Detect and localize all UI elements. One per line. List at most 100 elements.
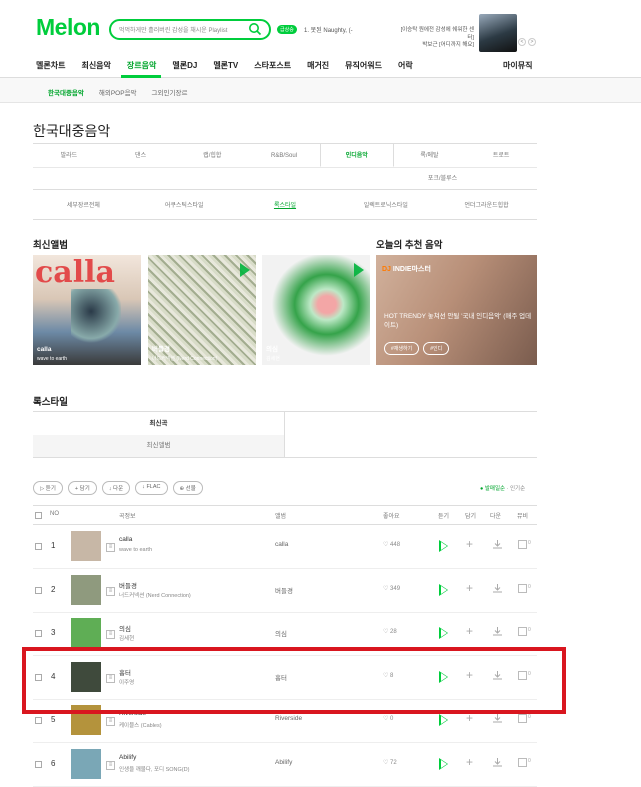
- download-icon[interactable]: [492, 713, 503, 724]
- nav-dj[interactable]: 멜론DJ: [172, 60, 197, 71]
- table-row[interactable]: 6 ≡ Abilify 인생을 깨물다, 포디 SONG(D) Abilify ♡ 72 +…: [33, 744, 537, 787]
- mv-icon[interactable]: [518, 714, 527, 723]
- song-album[interactable]: 버들경: [275, 585, 293, 595]
- nav-music-award[interactable]: 뮤직어워드: [345, 60, 382, 71]
- select-all-checkbox[interactable]: [35, 512, 42, 519]
- genre-indie[interactable]: 인디음악: [319, 144, 394, 167]
- banner-ad-text[interactable]: [이승탁 원에전 감성에 쉐워한 센터] 박보근 [어디까지 해요]: [396, 27, 474, 50]
- play-icon[interactable]: [439, 627, 448, 639]
- row-checkbox[interactable]: [35, 717, 42, 724]
- song-album[interactable]: calla: [275, 541, 288, 548]
- song-title[interactable]: 의심: [119, 623, 131, 633]
- row-checkbox[interactable]: [35, 630, 42, 637]
- genre-folk[interactable]: 포크/블루스: [407, 168, 479, 190]
- nav-my-music[interactable]: 마이뮤직: [503, 60, 532, 71]
- song-artist[interactable]: 인생을 깨물다, 포디 SONG(D): [119, 765, 189, 773]
- song-artist[interactable]: 너드커넥션 (Nerd Connection): [119, 591, 191, 599]
- add-icon[interactable]: +: [466, 537, 473, 551]
- nav-tv[interactable]: 멜론TV: [213, 60, 238, 71]
- subnav-pop[interactable]: 해외POP음악: [99, 87, 137, 97]
- song-info-icon[interactable]: ≡: [106, 586, 115, 596]
- add-icon[interactable]: +: [466, 581, 473, 595]
- album-play-icon[interactable]: [240, 263, 250, 277]
- genre-trot[interactable]: 트로트: [465, 144, 537, 167]
- banner-next-button[interactable]: >: [528, 38, 536, 46]
- search-icon[interactable]: [248, 22, 262, 36]
- subnav-other[interactable]: 그외인기장르: [152, 87, 188, 97]
- play-icon[interactable]: [439, 757, 448, 770]
- nav-starpost[interactable]: 스타포스트: [254, 60, 291, 71]
- genre-rock[interactable]: 록/메탈: [394, 144, 466, 167]
- banner-prev-button[interactable]: <: [518, 38, 526, 46]
- tab-latest-albums[interactable]: 최신앨범: [33, 435, 285, 457]
- like-button[interactable]: ♡ 448: [383, 541, 400, 548]
- song-info-icon[interactable]: ≡: [106, 630, 115, 639]
- subnav-korean[interactable]: 한국대중음악: [48, 87, 84, 97]
- like-button[interactable]: ♡ 349: [383, 585, 400, 592]
- nav-genre[interactable]: 장르음악: [127, 60, 156, 71]
- nav-extra[interactable]: 어락: [398, 60, 413, 71]
- song-album[interactable]: Riverside: [275, 715, 302, 722]
- genre-rnb[interactable]: R&B/Soul: [248, 144, 320, 167]
- sort-by-popularity[interactable]: · 인기순: [507, 486, 526, 492]
- nav-chart[interactable]: 멜론차트: [36, 60, 65, 71]
- song-info-icon[interactable]: ≡: [106, 760, 115, 770]
- song-artist[interactable]: wave to earth: [119, 547, 152, 553]
- genre-hiphop[interactable]: 랩/힙합: [176, 144, 248, 167]
- song-thumbnail[interactable]: [71, 531, 101, 561]
- mv-icon[interactable]: [518, 627, 527, 636]
- trending-keyword[interactable]: 1. 못된 Naughty, (-: [304, 25, 353, 34]
- subgenre-rock[interactable]: 록스타일: [235, 196, 336, 219]
- song-thumbnail[interactable]: [71, 618, 101, 648]
- play-icon[interactable]: [439, 714, 448, 726]
- sort-by-date[interactable]: ● 발매일순: [480, 486, 505, 492]
- reco-tag-play[interactable]: #재생하기: [384, 342, 420, 355]
- song-thumbnail[interactable]: [71, 748, 101, 779]
- download-icon[interactable]: [492, 626, 503, 637]
- reco-card[interactable]: DJ INDIE마스터 HOT TRENDY 놓쳐선 안될 '국내 인디음악' …: [376, 255, 537, 365]
- play-all-button[interactable]: ▷ 듣기: [33, 481, 63, 495]
- row-checkbox[interactable]: [35, 586, 42, 594]
- row-checkbox[interactable]: [35, 543, 42, 550]
- play-icon[interactable]: [439, 583, 448, 596]
- song-info-icon[interactable]: ≡: [106, 543, 115, 552]
- album-play-icon[interactable]: [354, 263, 364, 277]
- song-title[interactable]: calla: [119, 536, 132, 543]
- download-button[interactable]: ↓ 다운: [101, 481, 131, 495]
- add-icon[interactable]: +: [466, 755, 473, 769]
- song-album[interactable]: Abilify: [275, 759, 292, 766]
- like-button[interactable]: ♡ 72: [383, 759, 397, 766]
- genre-ballad[interactable]: 발라드: [33, 144, 105, 167]
- play-icon[interactable]: [439, 540, 448, 552]
- like-button[interactable]: ♡ 28: [383, 628, 397, 635]
- add-icon[interactable]: +: [466, 624, 473, 638]
- subgenre-electronic[interactable]: 일렉트로닉스타일: [335, 196, 436, 219]
- download-icon[interactable]: [492, 757, 503, 768]
- album-card-3[interactable]: 의심 김세현: [262, 255, 370, 365]
- download-icon[interactable]: [492, 539, 503, 550]
- flac-button[interactable]: ↓ FLAC: [135, 481, 168, 495]
- song-title[interactable]: Abilify: [119, 754, 136, 761]
- song-info-icon[interactable]: ≡: [106, 717, 115, 726]
- table-row[interactable]: 2 ≡ 버들경 너드커넥션 (Nerd Connection) 버들경 ♡ 349 +0: [33, 570, 537, 613]
- mv-icon[interactable]: [518, 540, 527, 549]
- reco-tag-indie[interactable]: #인디: [423, 342, 450, 355]
- nav-new-music[interactable]: 최신음악: [81, 60, 110, 71]
- song-album[interactable]: 의심: [275, 628, 287, 638]
- song-thumbnail[interactable]: [71, 574, 101, 605]
- album-card-1[interactable]: calla calla wave to earth: [33, 255, 141, 365]
- album-card-2[interactable]: 버들경 너드커넥션 (Nerd Connection): [148, 255, 256, 365]
- song-artist[interactable]: 김세현: [119, 634, 134, 642]
- melon-logo[interactable]: Melon: [36, 14, 100, 41]
- subgenre-acoustic[interactable]: 어쿠스틱스타일: [134, 196, 235, 219]
- genre-dance[interactable]: 댄스: [105, 144, 177, 167]
- mv-icon[interactable]: [518, 757, 527, 767]
- song-artist[interactable]: 케이블스 (Cables): [119, 721, 162, 729]
- banner-ad-image[interactable]: [479, 14, 517, 52]
- add-button[interactable]: + 담기: [67, 481, 97, 495]
- mv-icon[interactable]: [518, 583, 527, 593]
- row-checkbox[interactable]: [35, 760, 42, 768]
- search-input[interactable]: 먹먹하게만 흘러버린 감성을 채시운 Playlist: [109, 19, 271, 40]
- like-button[interactable]: ♡ 0: [383, 715, 393, 722]
- tab-latest-songs[interactable]: 최신곡: [33, 412, 285, 435]
